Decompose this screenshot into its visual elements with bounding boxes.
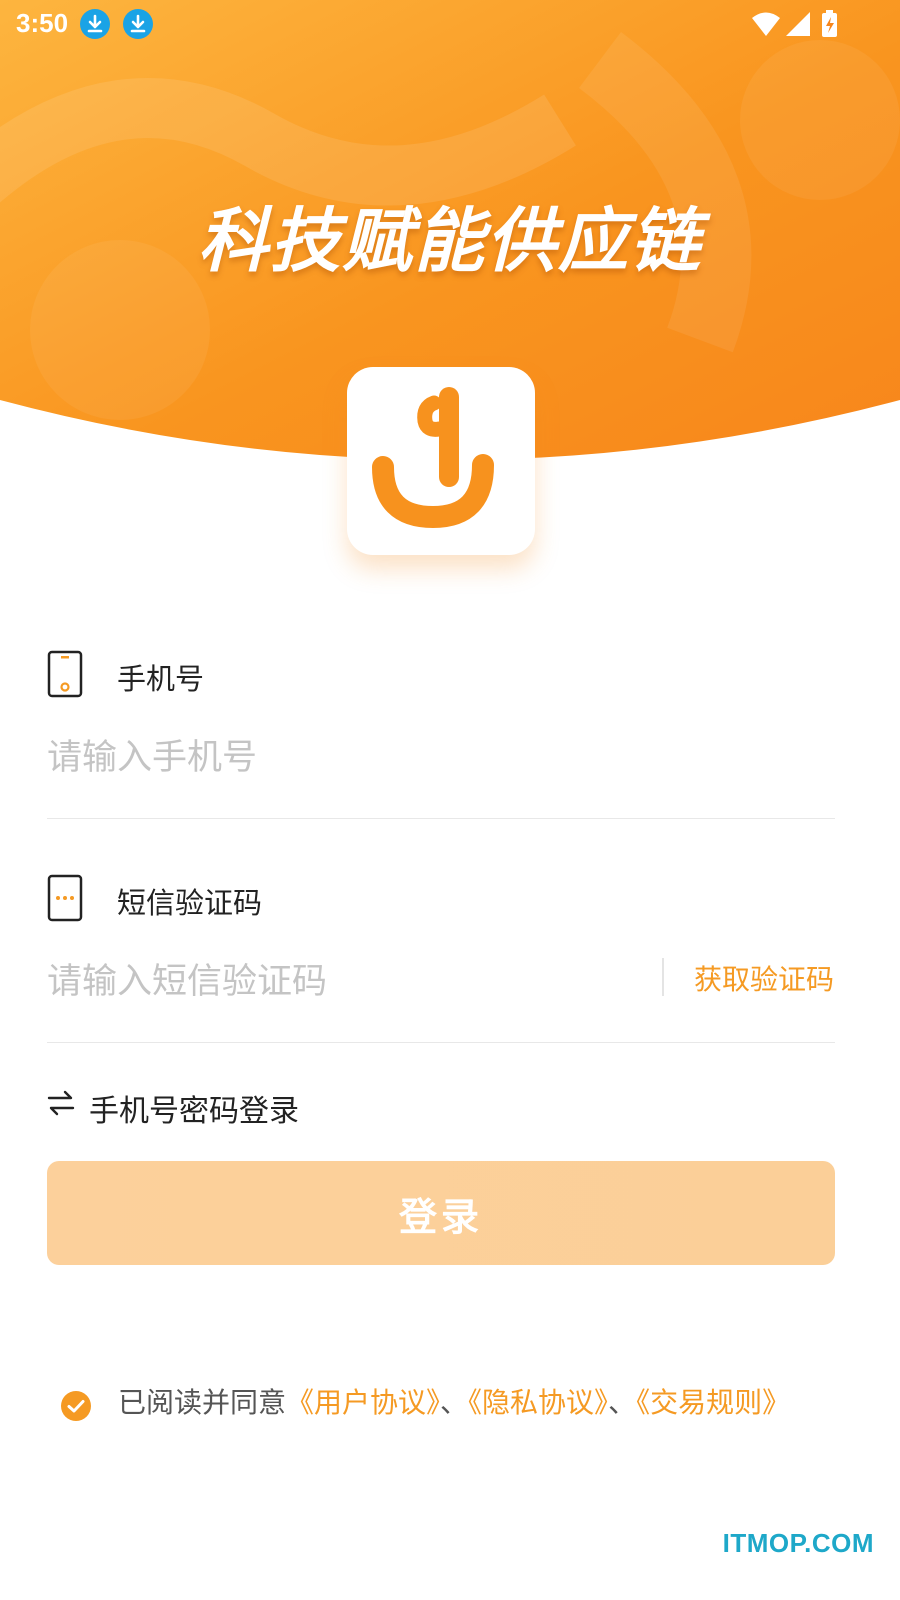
agreement-separator: 、 (440, 1386, 469, 1419)
status-bar: 3:50 (0, 0, 900, 48)
status-icons (752, 10, 837, 37)
trade-rules-link[interactable]: 《交易规则》 (636, 1386, 790, 1419)
agreement-checkbox[interactable] (60, 1390, 92, 1422)
sms-field-header: 短信验证码 (47, 874, 835, 924)
input-separator (662, 958, 664, 996)
app-logo (347, 367, 535, 555)
sms-label: 短信验证码 (117, 886, 263, 920)
agreement-separator: 、 (608, 1386, 637, 1419)
sms-divider (47, 1042, 835, 1043)
hero-title: 科技赋能供应链 (198, 200, 702, 282)
sms-code-input[interactable] (47, 952, 647, 1012)
signal-icon (786, 12, 810, 36)
watermark: ITMOP.COM (722, 1528, 874, 1558)
switch-login-mode-label: 手机号密码登录 (89, 1094, 299, 1129)
login-button[interactable]: 登录 (47, 1161, 835, 1265)
phone-icon (47, 650, 83, 698)
app-logo-icon (372, 387, 494, 529)
agreement-text: 已阅读并同意《用户协议》、《隐私协议》、《交易规则》 (118, 1386, 818, 1419)
agreement-prefix: 已阅读并同意 (118, 1386, 287, 1419)
download-icon (80, 9, 110, 39)
user-agreement-link[interactable]: 《用户协议》 (286, 1386, 440, 1419)
get-code-button[interactable]: 获取验证码 (694, 958, 834, 998)
phone-field-header: 手机号 (47, 650, 835, 700)
battery-charging-icon (822, 10, 837, 37)
privacy-agreement-link[interactable]: 《隐私协议》 (468, 1386, 608, 1419)
sms-icon (47, 874, 83, 922)
phone-divider (47, 818, 835, 819)
phone-label: 手机号 (117, 662, 205, 696)
swap-icon (47, 1090, 75, 1116)
wifi-icon (752, 12, 780, 36)
phone-input[interactable] (47, 728, 835, 788)
download-icon (123, 9, 153, 39)
status-time: 3:50 (16, 8, 69, 38)
